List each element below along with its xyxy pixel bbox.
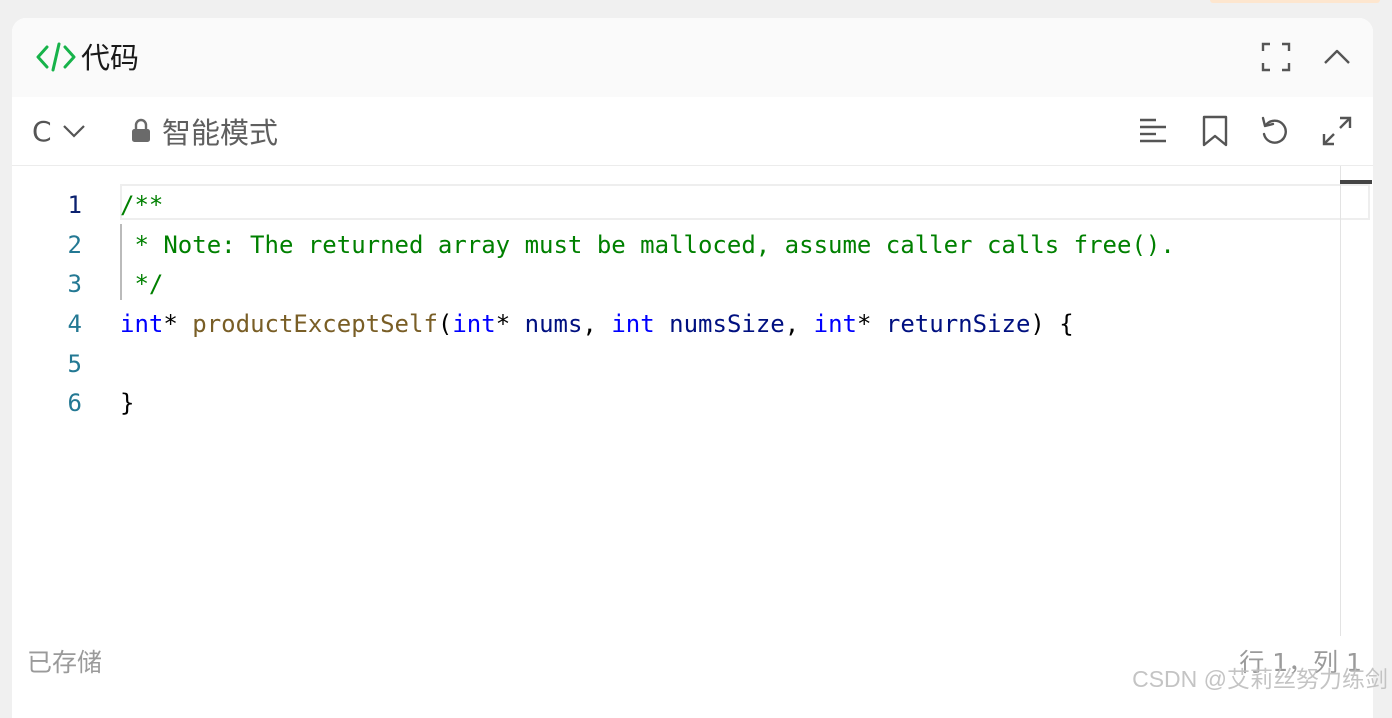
- code-token: ,: [784, 310, 814, 339]
- code-token: productExceptSelf: [192, 310, 438, 339]
- line-number: 3: [67, 270, 82, 299]
- line-number-gutter: 1 2 3 4 5 6: [12, 186, 92, 424]
- chevron-down-icon: [62, 125, 85, 138]
- code-line[interactable]: int* productExceptSelf(int* nums, int nu…: [120, 305, 1343, 345]
- panel-header: 代码: [12, 18, 1373, 97]
- expand-editor-button[interactable]: [1319, 113, 1355, 149]
- code-token: int: [120, 310, 164, 339]
- language-label: C: [32, 114, 52, 148]
- code-token: (: [437, 310, 453, 339]
- code-token: }: [120, 389, 135, 418]
- code-token: /**: [120, 191, 164, 219]
- code-token: numsSize: [669, 310, 785, 339]
- code-brackets-icon: [36, 42, 76, 72]
- code-token: int: [452, 310, 496, 339]
- line-number: 6: [67, 389, 82, 418]
- code-token: */: [120, 270, 164, 299]
- collapse-button[interactable]: [1320, 40, 1354, 74]
- panel-title: 代码: [81, 41, 140, 75]
- code-line[interactable]: * Note: The returned array must be mallo…: [120, 226, 1343, 266]
- save-status: 已存储: [27, 648, 103, 677]
- fullscreen-icon: [1261, 42, 1291, 72]
- bookmark-icon: [1202, 115, 1228, 147]
- code-line[interactable]: */: [120, 265, 1343, 305]
- code-panel: 代码 C 智能模式 1 2 3 4 5 6 /** * Note: The re…: [12, 18, 1373, 718]
- reset-button[interactable]: [1257, 113, 1293, 149]
- mode-label: 智能模式: [162, 116, 279, 150]
- code-token: int: [611, 310, 655, 339]
- bookmark-button[interactable]: [1197, 113, 1233, 149]
- collapse-chevron-up-icon: [1324, 49, 1350, 64]
- smart-mode[interactable]: 智能模式: [130, 111, 278, 151]
- vertical-scrollbar[interactable]: [1340, 166, 1341, 636]
- code-content[interactable]: /** * Note: The returned array must be m…: [120, 186, 1343, 424]
- code-token: * Note: The returned array must be mallo…: [120, 230, 1175, 259]
- code-line[interactable]: }: [120, 384, 1343, 424]
- scrollbar-thumb[interactable]: [1340, 180, 1372, 184]
- fullscreen-button[interactable]: [1259, 40, 1293, 74]
- code-token: int: [813, 310, 857, 339]
- code-editor[interactable]: 1 2 3 4 5 6 /** * Note: The returned array mu…: [12, 166, 1373, 636]
- code-token: ,: [582, 310, 612, 339]
- top-accent-bar: [1210, 0, 1380, 3]
- editor-toolbar: C 智能模式: [12, 97, 1373, 166]
- code-token: *: [495, 310, 525, 339]
- watermark: CSDN @艾莉丝努力练剑: [1132, 666, 1388, 692]
- line-number: 4: [67, 310, 82, 339]
- code-line[interactable]: /**: [120, 186, 1343, 226]
- line-number: 1: [67, 191, 82, 219]
- code-token: nums: [524, 310, 583, 339]
- code-token: *: [857, 310, 886, 339]
- expand-icon: [1322, 116, 1352, 146]
- line-number: 5: [67, 349, 82, 378]
- line-number: 2: [67, 230, 82, 259]
- language-select[interactable]: C: [32, 111, 86, 151]
- code-token: returnSize: [885, 310, 1031, 339]
- code-token: ) {: [1030, 310, 1074, 339]
- code-line[interactable]: [120, 345, 1343, 385]
- reset-icon: [1261, 116, 1287, 144]
- format-code-button[interactable]: [1135, 113, 1171, 149]
- format-lines-icon: [1140, 118, 1166, 143]
- lock-icon: [132, 118, 150, 142]
- code-token: *: [163, 310, 193, 339]
